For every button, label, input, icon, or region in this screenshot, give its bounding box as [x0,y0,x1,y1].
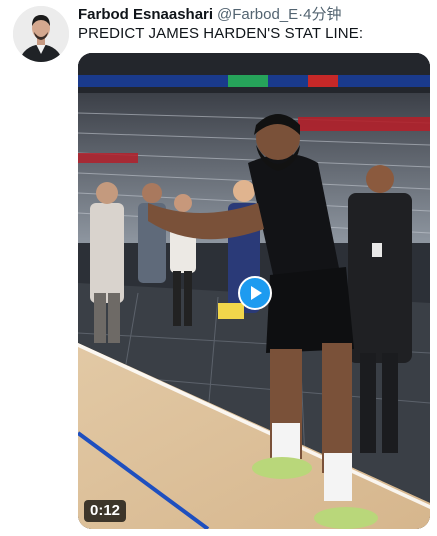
display-name[interactable]: Farbod Esnaashari [78,6,213,23]
video-player[interactable] [78,53,430,529]
avatar[interactable] [13,6,69,62]
play-button[interactable] [238,276,272,310]
user-handle[interactable]: @Farbod_E [217,6,298,23]
play-icon [251,286,262,300]
timestamp[interactable]: 4分钟 [303,6,341,23]
tweet-header: Farbod Esnaashari @Farbod_E·4分钟 [78,3,431,25]
tweet-text: PREDICT JAMES HARDEN'S STAT LINE: [78,25,364,42]
video-duration: 0:12 [84,500,127,522]
avatar-image [13,6,69,62]
tweet[interactable]: Farbod Esnaashari @Farbod_E·4分钟 PREDICT J… [0,0,437,536]
